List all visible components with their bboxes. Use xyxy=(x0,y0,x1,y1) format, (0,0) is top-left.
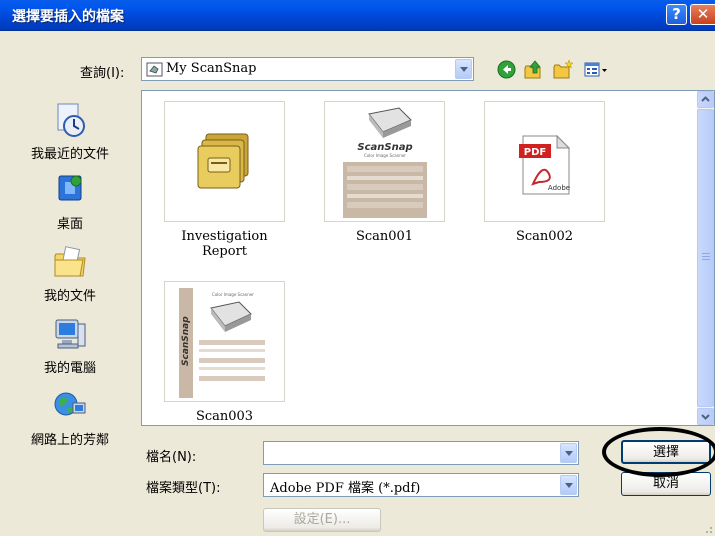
highlight-oval xyxy=(602,427,715,477)
vertical-scrollbar[interactable] xyxy=(697,91,714,425)
cancel-button-label: 取消 xyxy=(652,476,679,491)
file-item-investigation-report[interactable]: Investigation Report xyxy=(162,101,287,259)
network-places-icon xyxy=(54,392,86,416)
file-item-scan001[interactable]: ScanSnap Color Image Scanner Scan001 xyxy=(322,101,447,244)
place-desktop[interactable]: 桌面 xyxy=(7,172,133,232)
settings-button[interactable]: 設定(E)... xyxy=(263,508,381,532)
filetype-label: 檔案類型(T): xyxy=(146,481,221,496)
filetype-dropdown[interactable]: Adobe PDF 檔案 (*.pdf) xyxy=(263,473,579,497)
new-folder-icon[interactable] xyxy=(553,59,574,80)
close-button[interactable]: ✕ xyxy=(690,4,715,25)
recent-documents-icon xyxy=(57,103,85,137)
file-item-scan003[interactable]: ScanSnap Color Image Scanner Scan003 xyxy=(162,281,287,424)
place-recent-documents[interactable]: 我最近的文件 xyxy=(7,102,133,162)
close-icon: ✕ xyxy=(696,5,710,23)
resize-grip-icon[interactable] xyxy=(700,521,714,535)
filetype-value: Adobe PDF 檔案 (*.pdf) xyxy=(270,481,421,496)
place-label: 我的文件 xyxy=(43,289,96,304)
subtitle-text: Color Image Scanner xyxy=(212,292,254,297)
title-bar[interactable]: 選擇要插入的檔案 ? ✕ xyxy=(0,0,715,31)
filename-label: 檔名(N): xyxy=(146,450,197,465)
place-network[interactable]: 網路上的芳鄰 xyxy=(7,388,133,448)
place-label: 網路上的芳鄰 xyxy=(30,433,109,448)
folder-icon xyxy=(197,133,249,189)
lookin-dropdown[interactable]: My ScanSnap xyxy=(141,57,474,81)
my-documents-icon xyxy=(54,246,86,277)
file-thumbnail xyxy=(164,101,285,222)
views-menu-icon[interactable] xyxy=(584,61,608,78)
lookin-label: 查詢(I): xyxy=(80,66,125,81)
brand-text: ScanSnap xyxy=(181,316,191,366)
grip-icon xyxy=(702,253,710,260)
dialog-title: 選擇要插入的檔案 xyxy=(12,9,124,25)
place-label: 我最近的文件 xyxy=(30,147,109,162)
desktop-icon xyxy=(58,175,82,201)
file-thumbnail: ScanSnap Color Image Scanner xyxy=(164,281,285,402)
file-name: Investigation Report xyxy=(181,229,268,259)
up-folder-icon[interactable] xyxy=(523,59,544,80)
places-bar: 我最近的文件 桌面 我的文件 我的電腦 網路上的芳鄰 xyxy=(7,90,133,448)
lookin-value: My ScanSnap xyxy=(166,61,257,76)
place-label: 桌面 xyxy=(56,217,83,232)
scroll-down-button[interactable] xyxy=(697,408,714,425)
back-icon[interactable] xyxy=(497,60,516,79)
scansnap-thumbnail: ScanSnap Color Image Scanner xyxy=(179,286,271,400)
file-name: Scan003 xyxy=(195,409,254,424)
brand-text: ScanSnap xyxy=(357,142,412,153)
chevron-up-icon xyxy=(701,96,710,102)
place-my-computer[interactable]: 我的電腦 xyxy=(7,316,133,376)
settings-button-label: 設定(E)... xyxy=(293,512,351,527)
my-computer-icon xyxy=(55,319,86,349)
chevron-down-icon xyxy=(701,414,710,420)
pdf-label: PDF xyxy=(524,147,546,158)
file-thumbnail: ScanSnap Color Image Scanner xyxy=(324,101,445,222)
scroll-thumb[interactable] xyxy=(697,109,714,407)
file-list[interactable]: Investigation Report ScanSnap Color Imag… xyxy=(141,90,715,426)
place-my-documents[interactable]: 我的文件 xyxy=(7,244,133,304)
place-label: 我的電腦 xyxy=(43,361,96,376)
chevron-down-icon[interactable] xyxy=(455,59,472,79)
chevron-down-icon[interactable] xyxy=(560,475,577,495)
scansnap-folder-icon xyxy=(146,62,163,77)
filename-input[interactable] xyxy=(263,441,579,465)
adobe-label: Adobe xyxy=(548,184,570,192)
subtitle-text: Color Image Scanner xyxy=(364,153,406,158)
scansnap-thumbnail: ScanSnap Color Image Scanner xyxy=(339,104,431,220)
scroll-up-button[interactable] xyxy=(697,91,714,108)
pdf-icon: PDF Adobe xyxy=(519,134,571,195)
file-thumbnail: PDF Adobe xyxy=(484,101,605,222)
help-button[interactable]: ? xyxy=(666,4,687,25)
file-item-scan002[interactable]: PDF Adobe Scan002 xyxy=(482,101,607,244)
chevron-down-icon[interactable] xyxy=(560,443,577,463)
help-icon: ? xyxy=(672,5,681,23)
file-name: Scan001 xyxy=(355,229,414,244)
file-name: Scan002 xyxy=(515,229,574,244)
